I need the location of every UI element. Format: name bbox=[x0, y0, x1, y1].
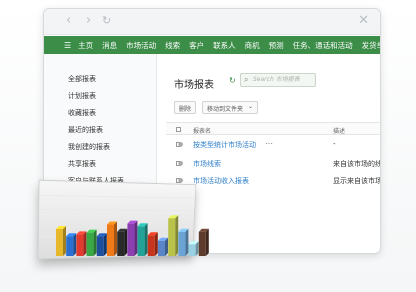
nav-item-invoices[interactable]: 发货单 bbox=[362, 40, 380, 51]
chart-bar bbox=[147, 232, 158, 256]
column-header-name[interactable]: 报表名 bbox=[193, 126, 211, 135]
report-link[interactable]: 市场活动收入报表 bbox=[193, 176, 249, 186]
nav-item-home[interactable]: 主页 bbox=[78, 40, 93, 51]
sidebar-item-favorites[interactable]: 收藏报表 bbox=[68, 108, 96, 118]
sidebar-item-shared[interactable]: 共享报表 bbox=[68, 159, 96, 169]
sidebar-item-created-by-me[interactable]: 我创建的报表 bbox=[68, 142, 110, 152]
search-icon: ⌕ bbox=[244, 75, 249, 84]
sidebar-item-recent[interactable]: 最近的报表 bbox=[68, 125, 103, 135]
bar-chart-graphic bbox=[56, 215, 209, 256]
chevron-right-icon[interactable]: › bbox=[86, 14, 91, 28]
star-icon[interactable]: ● bbox=[178, 160, 183, 167]
sidebar-item-scheduled[interactable]: 计划报表 bbox=[68, 91, 96, 101]
chart-bar bbox=[66, 233, 77, 256]
move-to-folder-label: 移动到文件夹 bbox=[207, 106, 244, 113]
chart-bar bbox=[107, 221, 117, 256]
nav-item-leads[interactable]: 线索 bbox=[165, 40, 180, 51]
search-box[interactable]: ⌕ bbox=[240, 73, 316, 87]
column-header-description[interactable]: 描述 bbox=[333, 126, 345, 135]
delete-button[interactable]: 删除 bbox=[174, 101, 197, 114]
star-icon[interactable]: ● bbox=[178, 141, 183, 148]
nav-item-forecast[interactable]: 预测 bbox=[269, 40, 284, 51]
report-description: 显示来自该市场的收入 bbox=[333, 177, 381, 185]
nav-item-contacts[interactable]: 联系人 bbox=[213, 40, 236, 51]
chart-bar bbox=[158, 237, 168, 256]
chart-bar bbox=[127, 220, 138, 256]
report-description: 来自该市场的线索 bbox=[333, 160, 380, 168]
search-input[interactable] bbox=[253, 76, 313, 83]
chart-bar bbox=[56, 226, 66, 256]
chart-bar bbox=[76, 231, 87, 256]
more-options-icon[interactable]: ⋯ bbox=[265, 139, 273, 148]
report-description: - bbox=[333, 140, 336, 148]
chart-bar bbox=[137, 223, 148, 256]
refresh-list-icon[interactable]: ↻ bbox=[229, 76, 236, 85]
move-to-folder-button[interactable]: 移动到文件夹 ⌄ bbox=[202, 101, 259, 114]
nav-item-campaigns[interactable]: 市场活动 bbox=[126, 40, 156, 51]
select-all-checkbox[interactable] bbox=[176, 127, 181, 132]
page-title: 市场报表 bbox=[174, 80, 214, 91]
chart-bar bbox=[178, 228, 189, 256]
menu-icon[interactable]: ☰ bbox=[64, 41, 71, 50]
report-link[interactable]: 市场线索 bbox=[193, 159, 221, 169]
grid-line bbox=[39, 194, 195, 199]
chart-bar bbox=[117, 228, 128, 256]
sidebar-item-all-reports[interactable]: 全部报表 bbox=[68, 74, 96, 84]
table-row: ● 按类型统计市场活动 ⋯ - bbox=[166, 139, 380, 154]
nav-item-activities[interactable]: 任务、通话和活动 bbox=[293, 40, 353, 51]
chart-bar bbox=[168, 215, 179, 256]
nav-item-accounts[interactable]: 客户 bbox=[189, 40, 204, 51]
table-row: ● 市场线索 来自该市场的线索 bbox=[166, 158, 380, 173]
chevron-left-icon[interactable]: ‹ bbox=[66, 14, 71, 28]
table-row: ● 市场活动收入报表 显示来自该市场的收入 bbox=[166, 175, 380, 190]
chart-bar bbox=[96, 233, 107, 256]
report-link[interactable]: 按类型统计市场活动 bbox=[193, 140, 256, 150]
chevron-down-icon: ⌄ bbox=[247, 103, 254, 110]
close-icon[interactable]: ✕ bbox=[358, 13, 369, 28]
nav-item-opportunities[interactable]: 商机 bbox=[245, 40, 260, 51]
chart-bar bbox=[86, 229, 97, 256]
chart-bar bbox=[198, 228, 209, 256]
browser-chrome: ‹ › ↻ ✕ bbox=[44, 9, 380, 35]
refresh-icon[interactable]: ↻ bbox=[102, 14, 111, 28]
table-header: 报表名 描述 bbox=[166, 122, 380, 135]
chart-bar bbox=[188, 241, 199, 256]
top-navbar: ☰ 主页 消息 市场活动 线索 客户 联系人 商机 预测 任务、通话和活动 发货… bbox=[44, 36, 380, 54]
nav-item-messages[interactable]: 消息 bbox=[102, 40, 117, 51]
